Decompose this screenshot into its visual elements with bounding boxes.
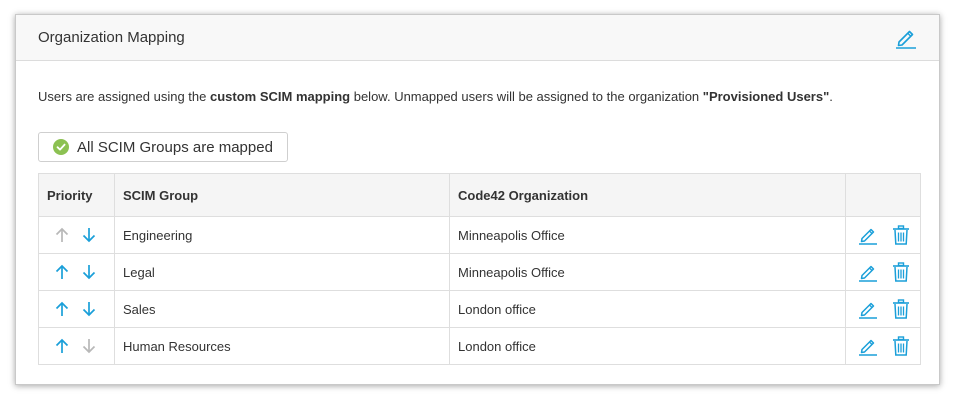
pencil-icon (896, 30, 916, 49)
description-text: . (829, 89, 833, 104)
column-header-priority: Priority (38, 173, 115, 217)
description-text: below. Unmapped users will be assigned t… (350, 89, 703, 104)
edit-row-pencil-icon[interactable] (858, 262, 878, 282)
move-down-arrow-icon[interactable] (82, 301, 96, 317)
move-down-arrow-icon (82, 338, 96, 354)
mapping-status-label: All SCIM Groups are mapped (77, 138, 273, 156)
organization-cell: Minneapolis Office (449, 253, 846, 291)
delete-row-trash-icon[interactable] (892, 336, 910, 356)
organization-cell: Minneapolis Office (449, 216, 846, 254)
move-down-arrow-icon[interactable] (82, 227, 96, 243)
move-up-arrow-icon[interactable] (55, 301, 69, 317)
panel-title: Organization Mapping (38, 29, 185, 46)
description-default-org: "Provisioned Users" (702, 89, 830, 104)
move-up-arrow-icon[interactable] (55, 264, 69, 280)
move-up-arrow-icon (55, 227, 69, 243)
edit-mapping-button[interactable] (893, 25, 919, 51)
actions-cell (845, 216, 921, 254)
actions-cell (845, 290, 921, 328)
move-up-arrow-icon[interactable] (55, 338, 69, 354)
table-header-row: Priority SCIM Group Code42 Organization (38, 173, 921, 217)
actions-cell (845, 327, 921, 365)
delete-row-trash-icon[interactable] (892, 262, 910, 282)
organization-mapping-panel: Organization Mapping Users are assigned … (15, 14, 940, 385)
scim-group-cell: Human Resources (114, 327, 450, 365)
delete-row-trash-icon[interactable] (892, 299, 910, 319)
organization-cell: London office (449, 327, 846, 365)
column-header-actions (845, 173, 921, 217)
description-mapping-type: custom SCIM mapping (209, 89, 351, 104)
table-row: Engineering Minneapolis Office (38, 216, 921, 254)
table-row: Legal Minneapolis Office (38, 253, 921, 291)
check-circle-icon (53, 139, 69, 155)
column-header-organization: Code42 Organization (449, 173, 846, 217)
scim-group-cell: Legal (114, 253, 450, 291)
edit-row-pencil-icon[interactable] (858, 336, 878, 356)
edit-row-pencil-icon[interactable] (858, 225, 878, 245)
description-text: Users are assigned using the (38, 89, 210, 104)
scim-group-cell: Engineering (114, 216, 450, 254)
column-header-scim-group: SCIM Group (114, 173, 450, 217)
organization-cell: London office (449, 290, 846, 328)
table-row: Human Resources London office (38, 327, 921, 365)
move-down-arrow-icon[interactable] (82, 264, 96, 280)
panel-header: Organization Mapping (16, 15, 939, 61)
mapping-description: Users are assigned using the custom SCIM… (38, 89, 833, 104)
delete-row-trash-icon[interactable] (892, 225, 910, 245)
priority-cell (38, 216, 115, 254)
scim-group-cell: Sales (114, 290, 450, 328)
mapping-table: Priority SCIM Group Code42 Organization … (38, 173, 921, 365)
edit-row-pencil-icon[interactable] (858, 299, 878, 319)
priority-cell (38, 253, 115, 291)
mapping-status-badge: All SCIM Groups are mapped (38, 132, 288, 162)
priority-cell (38, 290, 115, 328)
priority-cell (38, 327, 115, 365)
table-row: Sales London office (38, 290, 921, 328)
actions-cell (845, 253, 921, 291)
